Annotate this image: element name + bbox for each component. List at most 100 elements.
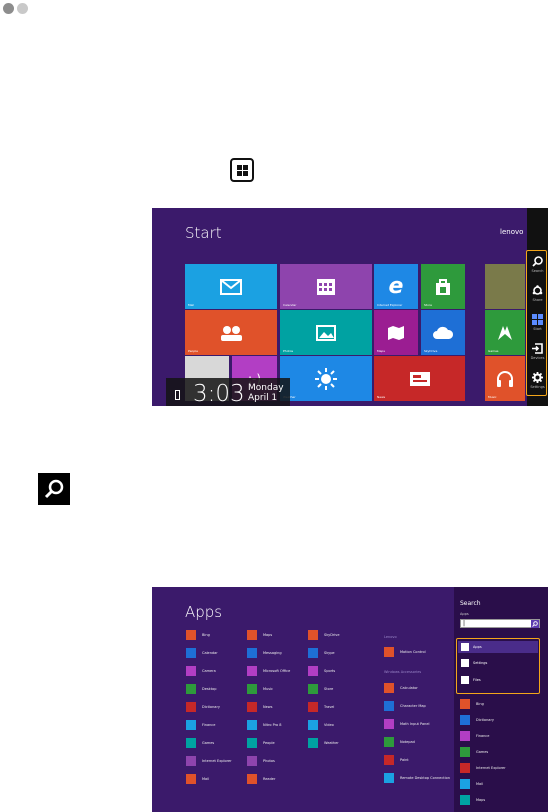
group-windows-accessories: Windows Accessories [384,670,422,674]
app-list-item[interactable]: Messaging [247,648,282,658]
app-name: Weather [324,741,339,745]
app-list-item[interactable]: Finance [460,731,489,741]
app-list-item[interactable]: Internet Explorer [460,763,506,773]
ie-icon: e [388,274,404,299]
app-list-item[interactable]: Nitro Pro 8 [247,720,281,730]
tile-weather[interactable]: Weather [280,356,372,401]
app-list-item[interactable]: Finance [186,720,215,730]
app-list-item[interactable]: Games [186,738,214,748]
app-name: Maps [263,633,273,637]
app-list-item[interactable]: Video [308,720,334,730]
search-heading: Search [460,600,481,607]
tile-music[interactable]: Music [485,356,525,401]
app-name: Mail [202,777,210,781]
app-list-item[interactable]: Character Map [384,701,426,711]
app-list-item[interactable]: People [247,738,275,748]
app-name: Dictionary [476,718,494,722]
charms-bar: Search Share Start Devices Settings [526,208,548,406]
app-list-item[interactable]: Games [460,747,488,757]
app-list-item[interactable]: Reader [247,774,275,784]
app-list-item[interactable]: Sports [308,666,335,676]
app-list-item[interactable]: Microsoft Office [247,666,290,676]
app-icon [308,684,318,694]
app-icon [308,720,318,730]
tile-photos[interactable]: Photos [280,310,372,355]
app-icon [247,666,257,676]
app-list-item[interactable]: Bing [186,630,210,640]
lock-clock-overlay: 3:03 Monday April 1 [166,378,290,406]
tile-people[interactable]: People [185,310,277,355]
app-list-item[interactable]: Camera [186,666,216,676]
app-name: Nitro Pro 8 [263,723,282,727]
app-list-item[interactable]: Internet Explorer [186,756,232,766]
app-name: Messaging [263,651,282,655]
apps-screen-screenshot: Apps Bing Calendar Camera Desktop Dictionary… [152,587,548,812]
start-title: Start [185,224,222,242]
app-list-item[interactable]: Calculator [384,683,418,693]
app-icon [186,756,196,766]
app-list-item[interactable]: SkyDrive [308,630,340,640]
app-icon [186,738,196,748]
app-name: Motion Control [400,650,426,654]
app-list-item[interactable]: Music [247,684,273,694]
app-icon [460,763,470,773]
tile-photo-preview[interactable] [485,264,525,309]
app-icon [247,774,257,784]
app-icon [247,630,257,640]
app-list-item[interactable]: Paint [384,755,409,765]
news-icon [409,371,430,386]
search-input[interactable]: | [460,619,540,628]
app-list-item[interactable]: Mail [460,779,483,789]
app-icon [384,647,394,657]
app-icon [460,731,470,741]
app-list-item[interactable]: Skype [308,648,335,658]
app-list-item[interactable]: Weather [308,738,339,748]
app-list-item[interactable]: Mail [186,774,209,784]
tile-games[interactable]: Games [485,310,525,355]
app-list-item[interactable]: Math Input Panel [384,719,430,729]
page-dot [17,3,28,14]
app-icon [384,683,394,693]
app-icon [460,779,470,789]
headphones-icon [497,370,513,387]
app-name: Calculator [400,686,418,690]
app-list-item[interactable]: Maps [460,795,485,805]
app-list-item[interactable]: Travel [308,702,334,712]
app-name: Store [324,687,334,691]
app-list-item[interactable]: Notepad [384,737,415,747]
app-icon [384,719,394,729]
app-name: Internet Explorer [476,766,506,770]
app-list-item[interactable]: Motion Control [384,647,426,657]
app-list-item[interactable]: Remote Desktop Connection [384,773,450,783]
tile-mail[interactable]: Mail [185,264,277,309]
app-icon [308,702,318,712]
search-scope: Apps [460,612,469,616]
search-icon [532,621,538,627]
tile-store[interactable]: Store [421,264,465,309]
app-icon [460,795,470,805]
app-icon [384,701,394,711]
tile-calendar[interactable]: Calendar [280,264,372,309]
tile-maps[interactable]: Maps [374,310,418,355]
app-list-item[interactable]: News [247,702,272,712]
tile-internet-explorer[interactable]: e Internet Explorer [374,264,418,309]
app-icon [186,684,196,694]
app-list-item[interactable]: Bing [460,699,484,709]
app-icon [247,702,257,712]
tile-news[interactable]: News [374,356,465,401]
people-icon [221,325,242,341]
app-list-item[interactable]: Photos [247,756,275,766]
app-name: Internet Explorer [202,759,232,763]
search-go-button[interactable] [531,620,539,628]
app-list-item[interactable]: Calendar [186,648,218,658]
photos-icon [316,324,336,341]
app-list-item[interactable]: Maps [247,630,272,640]
tile-skydrive[interactable]: SkyDrive [421,310,465,355]
app-list-item[interactable]: Desktop [186,684,216,694]
app-list-item[interactable]: Store [308,684,333,694]
sun-icon [315,367,337,390]
app-icon [247,648,257,658]
app-list-item[interactable]: Dictionary [186,702,220,712]
app-name: Reader [263,777,276,781]
app-list-item[interactable]: Dictionary [460,715,494,725]
